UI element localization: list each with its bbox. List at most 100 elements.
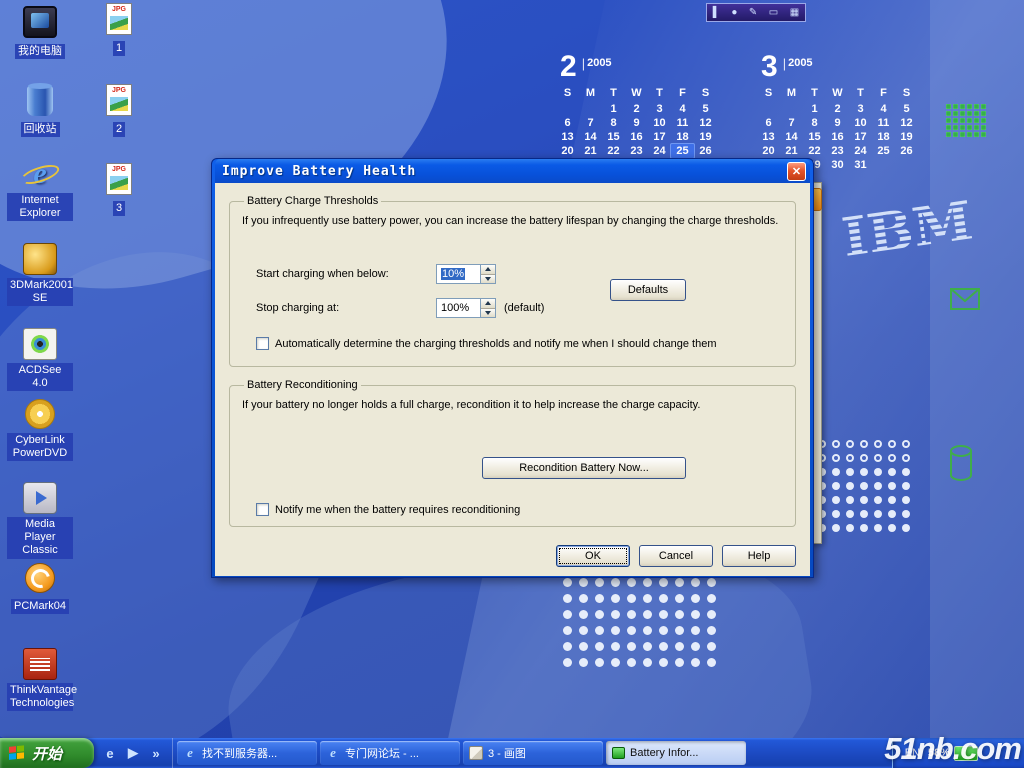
dot bbox=[902, 524, 910, 532]
calendar-day bbox=[872, 158, 895, 172]
watermark: 51nb.com bbox=[884, 731, 1021, 767]
dot bbox=[675, 658, 684, 667]
display-icon[interactable]: ▭ bbox=[769, 8, 778, 18]
auto-determine-checkbox[interactable]: Automatically determine the charging thr… bbox=[256, 337, 716, 350]
start-button-label: 开始 bbox=[32, 743, 62, 764]
auto-determine-checkbox-label: Automatically determine the charging thr… bbox=[275, 338, 716, 350]
dialog-titlebar[interactable]: Improve Battery Health ✕ bbox=[215, 159, 810, 183]
grid-cell bbox=[967, 132, 972, 137]
calendar-day: 8 bbox=[803, 116, 826, 130]
dot bbox=[902, 468, 910, 476]
reconditioning-description: If your battery no longer holds a full c… bbox=[242, 399, 783, 411]
pcmark-icon bbox=[25, 563, 55, 593]
dot bbox=[832, 482, 840, 490]
close-button[interactable]: ✕ bbox=[787, 162, 806, 181]
dot bbox=[902, 454, 910, 462]
dot bbox=[888, 524, 896, 532]
desktop-file-1[interactable]: JPG1 bbox=[94, 3, 144, 56]
desktop-icon-recycle[interactable]: 回收站 bbox=[7, 86, 73, 137]
desktop-icon-mpc[interactable]: Media Player Classic bbox=[7, 482, 73, 559]
jpg-badge: JPG bbox=[112, 87, 126, 94]
dot bbox=[846, 468, 854, 476]
more-icons-chevron[interactable]: » bbox=[148, 744, 164, 762]
desktop-icon-powerdvd[interactable]: CyberLink PowerDVD bbox=[7, 398, 73, 461]
media-player-icon[interactable]: ▶ bbox=[125, 744, 141, 762]
dot bbox=[627, 642, 636, 651]
start-button[interactable]: 开始 bbox=[0, 738, 94, 768]
checkbox-icon bbox=[256, 337, 269, 350]
calendar-day-header: T bbox=[602, 86, 625, 100]
ok-button[interactable]: OK bbox=[556, 545, 630, 567]
grid-cell bbox=[960, 111, 965, 116]
task-button[interactable]: Battery Infor... bbox=[606, 741, 746, 765]
calendar-day: 10 bbox=[849, 116, 872, 130]
grid-cell bbox=[974, 118, 979, 123]
spin-up-button[interactable] bbox=[481, 299, 495, 308]
power-icon[interactable]: ▌ bbox=[713, 8, 720, 18]
ie-icon[interactable]: e bbox=[102, 744, 118, 762]
start-charging-spinner[interactable]: 10% bbox=[436, 264, 496, 284]
desktop-icon-label: Media Player Classic bbox=[7, 517, 73, 559]
dot bbox=[691, 610, 700, 619]
dot bbox=[691, 642, 700, 651]
desktop-file-3[interactable]: JPG3 bbox=[94, 163, 144, 216]
presentation-toolbar[interactable]: ▌ ● ✎ ▭ ▦ bbox=[706, 3, 806, 22]
calendar-week: 20212223242526 bbox=[556, 144, 717, 158]
calendar-day: 24 bbox=[849, 144, 872, 158]
start-charging-label: Start charging when below: bbox=[256, 264, 389, 284]
dot bbox=[643, 626, 652, 635]
keyboard-icon[interactable]: ▦ bbox=[790, 8, 799, 18]
calendar-day: 13 bbox=[757, 130, 780, 144]
task-button[interactable]: e找不到服务器... bbox=[177, 741, 317, 765]
desktop-icon-ie[interactable]: eInternet Explorer bbox=[7, 158, 73, 221]
spin-up-button[interactable] bbox=[481, 265, 495, 274]
dot bbox=[611, 658, 620, 667]
calendar-month-number: 2 bbox=[560, 52, 577, 82]
desktop-icon-3dmark[interactable]: 3DMark2001 SE bbox=[7, 243, 73, 306]
calendar-week: 12345 bbox=[757, 102, 918, 116]
pen-icon[interactable]: ✎ bbox=[749, 8, 757, 18]
calendar-day bbox=[780, 102, 803, 116]
notify-reconditioning-checkbox[interactable]: Notify me when the battery requires reco… bbox=[256, 503, 520, 516]
dot bbox=[595, 610, 604, 619]
calendar-day: 10 bbox=[648, 116, 671, 130]
dot bbox=[888, 510, 896, 518]
task-button[interactable]: 3 - 画图 bbox=[463, 741, 603, 765]
desktop-file-2[interactable]: JPG2 bbox=[94, 84, 144, 137]
task-button-label: 3 - 画图 bbox=[488, 745, 526, 761]
bluetooth-icon[interactable]: ● bbox=[731, 8, 737, 18]
stop-charging-label: Stop charging at: bbox=[256, 298, 339, 318]
grid-cell bbox=[967, 104, 972, 109]
desktop-icon-acdsee[interactable]: ACDSee 4.0 bbox=[7, 328, 73, 391]
help-button[interactable]: Help bbox=[722, 545, 796, 567]
dot bbox=[659, 594, 668, 603]
cancel-button[interactable]: Cancel bbox=[639, 545, 713, 567]
stop-charging-value: 100% bbox=[437, 299, 480, 317]
dot bbox=[832, 510, 840, 518]
dot bbox=[707, 626, 716, 635]
desktop-icon-computer[interactable]: 我的电脑 bbox=[7, 6, 73, 59]
grid-cell bbox=[960, 104, 965, 109]
taskbar: 开始 e ▶ » e找不到服务器...e专门网论坛 - ... 3 - 画图 Batte… bbox=[0, 738, 1024, 768]
grid-cell bbox=[974, 125, 979, 130]
calendar-year: 2005 bbox=[788, 57, 812, 69]
spin-down-button[interactable] bbox=[481, 308, 495, 318]
calendar-day: 19 bbox=[895, 130, 918, 144]
recondition-battery-button[interactable]: Recondition Battery Now... bbox=[482, 457, 686, 479]
stop-charging-spinner[interactable]: 100% bbox=[436, 298, 496, 318]
desktop-icon-pcmark[interactable]: PCMark04 bbox=[7, 563, 73, 614]
dot bbox=[860, 482, 868, 490]
dot bbox=[563, 594, 572, 603]
grid-cell bbox=[953, 104, 958, 109]
task-button[interactable]: e专门网论坛 - ... bbox=[320, 741, 460, 765]
dot bbox=[611, 610, 620, 619]
dot bbox=[888, 496, 896, 504]
spin-down-button[interactable] bbox=[481, 274, 495, 284]
defaults-button[interactable]: Defaults bbox=[610, 279, 686, 301]
desktop-icon-thinkvantage[interactable]: ThinkVantage Technologies bbox=[7, 648, 73, 711]
calendar-day: 22 bbox=[602, 144, 625, 158]
battery-charge-thresholds-group: Battery Charge Thresholds If you infrequ… bbox=[229, 195, 796, 367]
dot bbox=[860, 496, 868, 504]
calendar-day-headers: SMTWTFS bbox=[556, 86, 717, 100]
calendar-week: 13141516171819 bbox=[556, 130, 717, 144]
